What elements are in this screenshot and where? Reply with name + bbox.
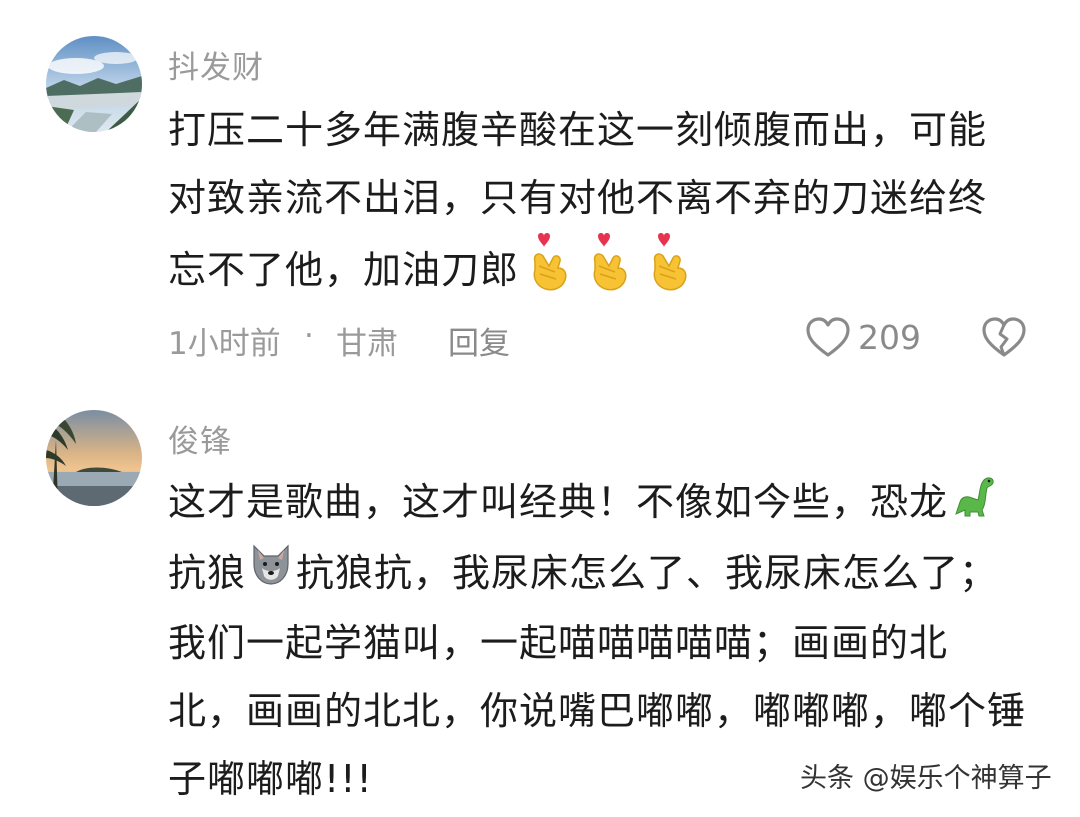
comment-text-line: 对致亲流不出泪，只有对他不离不弃的刀迷给终 (168, 176, 988, 220)
wolf-emoji-icon (248, 541, 294, 609)
comment-text-line: 打压二十多年满腹辛酸在这一刻倾腹而出，可能 (168, 108, 988, 152)
finger-heart-emoji-icon (525, 232, 571, 313)
comment-item: 俊锋 这才是歌曲，这才叫经典！不像如今些，恐龙 抗狼 抗狼抗，我尿床怎么了、我尿… (0, 390, 1080, 817)
comment-text: 打压二十多年满腹辛酸在这一刻倾腹而出，可能 对致亲流不出泪，只有对他不离不弃的刀… (168, 96, 1048, 313)
comment-text-line: 这才是歌曲，这才叫经典！不像如今些，恐龙 (168, 468, 1048, 539)
like-count: 209 (858, 318, 921, 357)
avatar[interactable] (46, 410, 142, 506)
comment-text-line: 抗狼 抗狼抗，我尿床怎么了、我尿床怎么了； (168, 539, 1048, 610)
watermark: 头条 @娱乐个神算子 (800, 763, 1052, 794)
heart-outline-icon[interactable] (804, 314, 852, 362)
comment-location: 甘肃 (336, 326, 398, 362)
comment-text-line: 北，画画的北北，你说嘴巴嘟嘟，嘟嘟嘟，嘟个锤 (168, 689, 1027, 733)
dinosaur-emoji-icon (952, 471, 996, 539)
reply-button[interactable]: 回复 (448, 318, 510, 363)
comment-text-line: 我们一起学猫叫，一起喵喵喵喵喵；画画的北 (168, 621, 949, 665)
finger-heart-emoji-icon (585, 232, 631, 313)
comment-item: 抖发财 打压二十多年满腹辛酸在这一刻倾腹而出，可能 对致亲流不出泪，只有对他不离… (0, 0, 1080, 390)
avatar[interactable] (46, 36, 142, 132)
meta-separator: · (304, 318, 314, 354)
broken-heart-icon[interactable] (980, 314, 1028, 362)
avatar-landscape-image (46, 36, 142, 132)
comment-username[interactable]: 俊锋 (168, 416, 232, 461)
comment-text-line: 忘不了他，加油刀郎 (168, 232, 1048, 313)
comment-meta-row: 1小时前 · 甘肃 回复 209 (168, 317, 1038, 368)
avatar-sunset-image (46, 410, 142, 506)
finger-heart-emoji-icon (645, 232, 691, 313)
comment-time: 1小时前 (168, 326, 281, 362)
comment-username[interactable]: 抖发财 (168, 42, 264, 87)
